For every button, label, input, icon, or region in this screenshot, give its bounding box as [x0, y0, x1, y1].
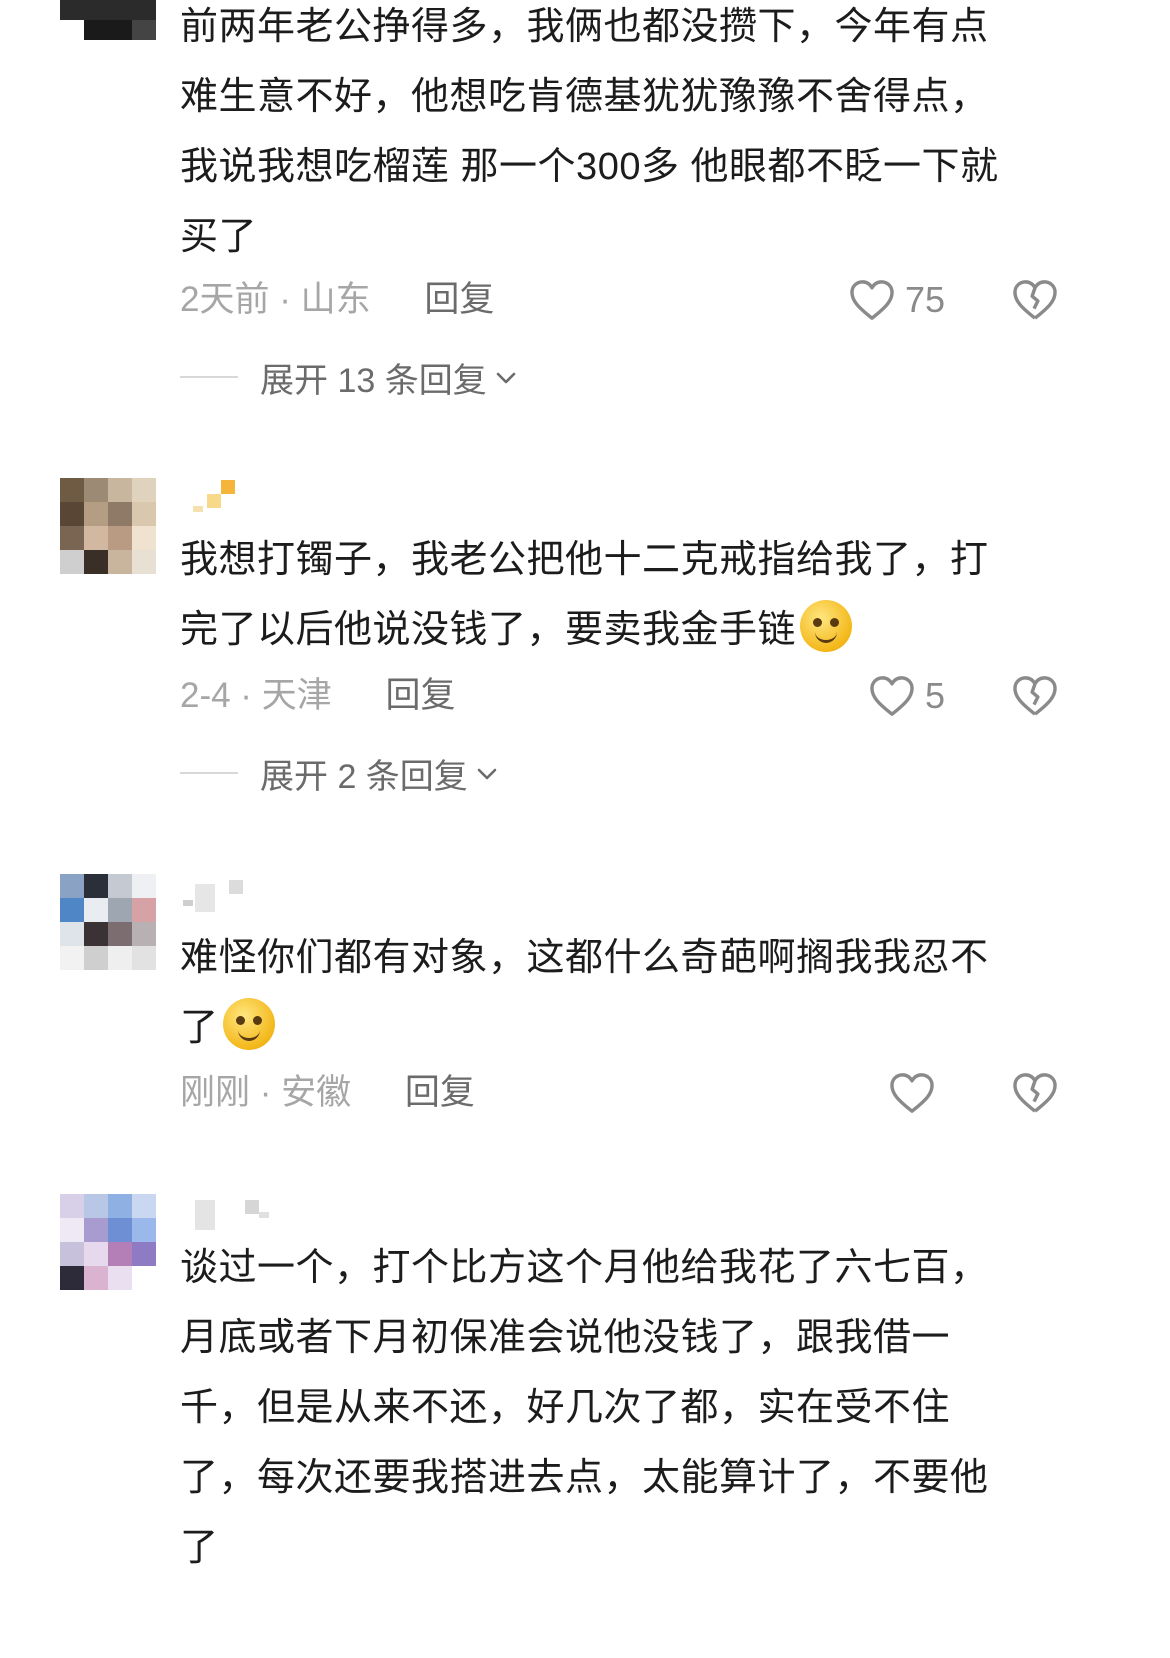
- broken-heart-icon: [1012, 675, 1058, 717]
- heart-outline-icon: [869, 675, 915, 717]
- comment-text-line: 买了: [180, 216, 258, 258]
- comment-text-line: 我说我想吃榴莲 那一个300多 他眼都不眨一下就: [180, 146, 999, 188]
- comment-text-line: 谈过一个，打个比方这个月他给我花了六七百，: [180, 1247, 989, 1289]
- comment-text-line: 难怪你们都有对象，这都什么奇葩啊搁我我忍不: [180, 937, 989, 979]
- comment-text-fragment: 了: [180, 1007, 219, 1049]
- comment-text-line: 了，每次还要我搭进去点，太能算计了，不要他: [180, 1457, 989, 1499]
- dislike-button[interactable]: [1012, 671, 1058, 721]
- divider-line: [180, 772, 238, 774]
- reply-button[interactable]: 回复: [405, 1073, 475, 1112]
- avatar[interactable]: [60, 0, 156, 40]
- comment-text-line: 月底或者下月初保准会说他没钱了，跟我借一: [180, 1317, 951, 1359]
- username-pixelated[interactable]: [183, 874, 303, 914]
- comment-text: 谈过一个，打个比方这个月他给我花了六七百， 月底或者下月初保准会说他没钱了，跟我…: [180, 1233, 1130, 1583]
- like-count: 75: [904, 279, 945, 320]
- avatar[interactable]: [60, 1194, 156, 1290]
- comment-time-location: 2天前 · 山东: [180, 280, 371, 319]
- comment-text-line: 难生意不好，他想吃肯德基犹犹豫豫不舍得点，: [180, 76, 989, 118]
- avatar[interactable]: [60, 874, 156, 970]
- heart-outline-icon: [849, 279, 895, 321]
- comment-text-line: 了: [180, 1527, 219, 1569]
- comment-text: 难怪你们都有对象，这都什么奇葩啊搁我我忍不 了: [180, 923, 1130, 1063]
- comment-meta: 刚刚 · 安徽 回复: [180, 1068, 475, 1118]
- expand-replies-button[interactable]: 展开 2 条回复: [180, 748, 500, 798]
- comment-meta: 2天前 · 山东 回复: [180, 275, 494, 325]
- pleading-face-emoji: [222, 998, 275, 1050]
- dislike-button[interactable]: [1012, 1068, 1058, 1118]
- dizzy-face-emoji: [800, 600, 853, 652]
- reply-button[interactable]: 回复: [385, 676, 455, 715]
- comment-text-line: 千，但是从来不还，好几次了都，实在受不住: [180, 1387, 951, 1429]
- divider-line: [180, 376, 238, 378]
- comment-meta: 2-4 · 天津 回复: [180, 671, 455, 721]
- username-pixelated[interactable]: [183, 1194, 303, 1234]
- heart-outline-icon: [889, 1072, 935, 1114]
- comment-text-line: 我想打镯子，我老公把他十二克戒指给我了，打: [180, 539, 989, 581]
- broken-heart-icon: [1012, 279, 1058, 321]
- comment-text-line: 了: [180, 993, 1130, 1063]
- chevron-down-icon: [474, 754, 500, 793]
- comment-time-location: 2-4 · 天津: [180, 676, 332, 715]
- broken-heart-icon: [1012, 1072, 1058, 1114]
- like-button[interactable]: 5: [869, 671, 945, 721]
- expand-replies-label: 展开 2 条回复: [260, 757, 468, 796]
- reply-button[interactable]: 回复: [424, 280, 494, 319]
- like-button[interactable]: [889, 1068, 945, 1118]
- comment-text: 我想打镯子，我老公把他十二克戒指给我了，打 完了以后他说没钱了，要卖我金手链: [180, 525, 1130, 665]
- comment-text-fragment: 完了以后他说没钱了，要卖我金手链: [180, 609, 797, 651]
- like-count: 5: [924, 675, 945, 716]
- comment-time-location: 刚刚 · 安徽: [180, 1073, 352, 1112]
- comment-text-line: 完了以后他说没钱了，要卖我金手链: [180, 595, 1130, 665]
- dislike-button[interactable]: [1012, 275, 1058, 325]
- comment-text: 前两年老公挣得多，我俩也都没攒下，今年有点 难生意不好，他想吃肯德基犹犹豫豫不舍…: [180, 0, 1130, 272]
- like-button[interactable]: 75: [849, 275, 945, 325]
- expand-replies-label: 展开 13 条回复: [260, 361, 487, 400]
- avatar[interactable]: [60, 478, 156, 574]
- chevron-down-icon: [493, 358, 519, 397]
- username-pixelated[interactable]: [183, 480, 303, 520]
- comment-text-line: 前两年老公挣得多，我俩也都没攒下，今年有点: [180, 6, 989, 48]
- expand-replies-button[interactable]: 展开 13 条回复: [180, 352, 519, 402]
